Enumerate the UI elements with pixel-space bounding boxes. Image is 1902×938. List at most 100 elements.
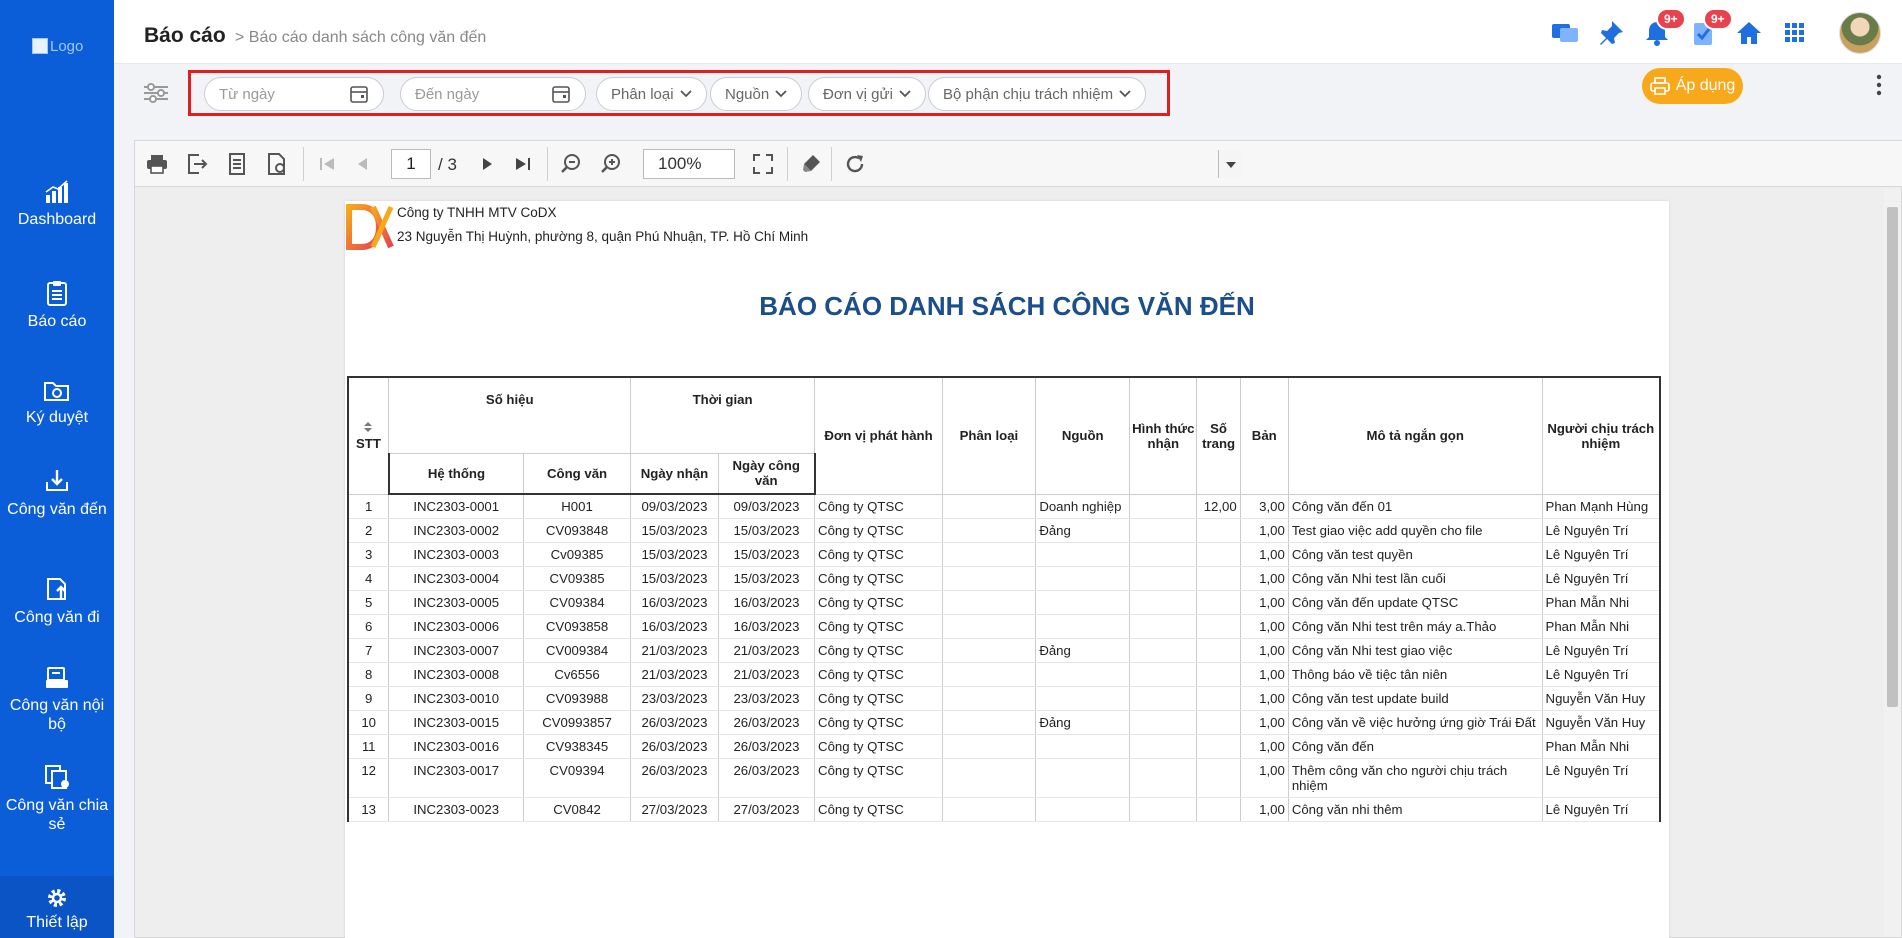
cell-don-vi: Công ty QTSC [814,686,943,711]
table-row[interactable]: 11 INC2303-0016 CV938345 26/03/2023 26/03/20… [347,734,1661,759]
category-dropdown[interactable]: Phân loại [596,77,707,111]
cell-hinh-thuc [1129,542,1198,567]
cell-nguon [1035,614,1131,639]
cell-ngay-cv: 21/03/2023 [718,638,816,663]
next-page-icon[interactable] [475,152,499,176]
cell-he-thong: INC2303-0007 [388,638,525,663]
cell-so-trang: 12,00 [1196,494,1241,519]
fullscreen-icon[interactable] [751,152,775,176]
company-logo-icon [346,204,394,250]
cell-hinh-thuc [1129,758,1198,798]
breadcrumb[interactable]: > Báo cáo danh sách công văn đến [235,29,486,47]
cell-he-thong: INC2303-0002 [388,518,525,543]
table-row[interactable]: 5 INC2303-0005 CV09384 16/03/2023 16/03/2023… [347,590,1661,615]
sidebar-item-settings[interactable]: Thiết lập [0,876,114,938]
table-row[interactable]: 12 INC2303-0017 CV09394 26/03/2023 26/03/202… [347,758,1661,798]
table-row[interactable]: 9 INC2303-0010 CV093988 23/03/2023 23/03/202… [347,686,1661,711]
chat-icon[interactable] [1550,18,1580,48]
scrollbar-thumb[interactable] [1887,207,1898,707]
table-row[interactable]: 4 INC2303-0004 CV09385 15/03/2023 15/03/2023… [347,566,1661,591]
zoom-in-icon[interactable] [599,152,623,176]
cell-phan-loai [942,494,1037,519]
responsible-dept-label: Bộ phận chịu trách nhiệm [943,85,1114,103]
sidebar-item-incoming[interactable]: Công văn đến [0,468,114,519]
sender-unit-dropdown[interactable]: Đơn vị gửi [808,77,926,111]
cell-phan-loai [942,797,1037,822]
folder-sign-icon [44,382,69,401]
filter-sliders-icon[interactable] [142,81,170,110]
cell-stt: 1 [347,494,390,519]
source-dropdown[interactable]: Nguồn [710,77,803,111]
avatar[interactable] [1839,12,1881,54]
vertical-scrollbar[interactable] [1884,189,1901,937]
cell-he-thong: INC2303-0006 [388,614,525,639]
pin-icon[interactable] [1596,18,1626,48]
header-stt[interactable]: STT [347,376,390,495]
cell-hinh-thuc [1129,614,1198,639]
cell-ngay-cv: 26/03/2023 [718,758,816,798]
calendar-icon[interactable] [349,84,369,104]
cell-don-vi: Công ty QTSC [814,566,943,591]
print-icon[interactable] [145,152,169,176]
from-date-placeholder: Từ ngày [219,85,275,103]
sidebar-item-label: Báo cáo [27,313,87,330]
cell-ngay-cv: 26/03/2023 [718,734,816,759]
cell-ngay-cv: 15/03/2023 [718,518,816,543]
apps-grid-icon[interactable] [1780,18,1810,48]
home-icon[interactable] [1734,18,1764,48]
responsible-dept-dropdown[interactable]: Bộ phận chịu trách nhiệm [928,77,1147,111]
logo[interactable]: Logo [32,38,83,55]
sidebar-item-approval[interactable]: Ký duyệt [0,378,114,427]
table-row[interactable]: 2 INC2303-0002 CV093848 15/03/2023 15/03/202… [347,518,1661,543]
table-row[interactable]: 13 INC2303-0023 CV0842 27/03/2023 27/03/2023… [347,797,1661,822]
table-row[interactable]: 6 INC2303-0006 CV093858 16/03/2023 16/03/202… [347,614,1661,639]
task-icon[interactable]: 9+ [1689,8,1733,48]
page-setup-icon[interactable] [265,152,289,176]
cell-mo-ta: Thông báo về tiệc tân niên [1288,662,1543,687]
cell-so-trang [1196,797,1241,822]
table-row[interactable]: 1 INC2303-0001 H001 09/03/2023 09/03/2023 Côn… [347,494,1661,519]
refresh-icon[interactable] [843,152,867,176]
zoom-select[interactable]: 100% [643,149,1242,179]
cell-ban: 1,00 [1240,758,1289,798]
chevron-down-icon [1119,90,1131,98]
cell-so-trang [1196,758,1241,798]
logo-alt-text: Logo [50,38,84,55]
cell-he-thong: INC2303-0016 [388,734,525,759]
export-icon[interactable] [185,152,209,176]
page-number-input[interactable]: 1 [391,149,431,179]
first-page-icon[interactable] [315,152,339,176]
sidebar-item-dashboard[interactable]: Dashboard [0,180,114,229]
cell-nguoi: Lê Nguyên Trí [1542,662,1661,687]
sidebar-item-outgoing[interactable]: Công văn đi [0,576,114,627]
zoom-out-icon[interactable] [559,152,583,176]
to-date-input[interactable]: Đến ngày [400,77,586,111]
table-row[interactable]: 10 INC2303-0015 CV0993857 26/03/2023 26/03/2… [347,710,1661,735]
sidebar-item-shared[interactable]: Công văn chia sẻ [0,764,114,834]
apply-button[interactable]: Áp dụng [1642,68,1743,104]
table-row[interactable]: 7 INC2303-0007 CV009384 21/03/2023 21/03/202… [347,638,1661,663]
from-date-input[interactable]: Từ ngày [204,77,384,111]
previous-page-icon[interactable] [351,152,375,176]
zoom-dropdown-button[interactable] [1218,150,1242,178]
cell-so-trang [1196,518,1241,543]
sidebar-item-internal[interactable]: Công văn nội bộ [0,666,114,734]
last-page-icon[interactable] [511,152,535,176]
document-icon[interactable] [225,152,249,176]
cell-stt: 6 [347,614,390,639]
cell-don-vi: Công ty QTSC [814,542,943,567]
table-row[interactable]: 3 INC2303-0003 Cv09385 15/03/2023 15/03/2023… [347,542,1661,567]
bell-icon[interactable]: 9+ [1642,8,1686,48]
sort-icon[interactable] [363,421,373,433]
cell-ngay-nhan: 26/03/2023 [630,758,719,798]
more-options-icon[interactable] [1876,74,1882,101]
cell-nguon [1035,758,1131,798]
table-row[interactable]: 8 INC2303-0008 Cv6556 21/03/2023 21/03/2023 C… [347,662,1661,687]
cell-phan-loai [942,518,1037,543]
cell-he-thong: INC2303-0015 [388,710,525,735]
chevron-down-icon [899,90,911,98]
sidebar-item-reports[interactable]: Báo cáo [0,280,114,331]
highlight-icon[interactable] [799,152,823,176]
calendar-icon[interactable] [551,84,571,104]
cell-ngay-nhan: 26/03/2023 [630,734,719,759]
